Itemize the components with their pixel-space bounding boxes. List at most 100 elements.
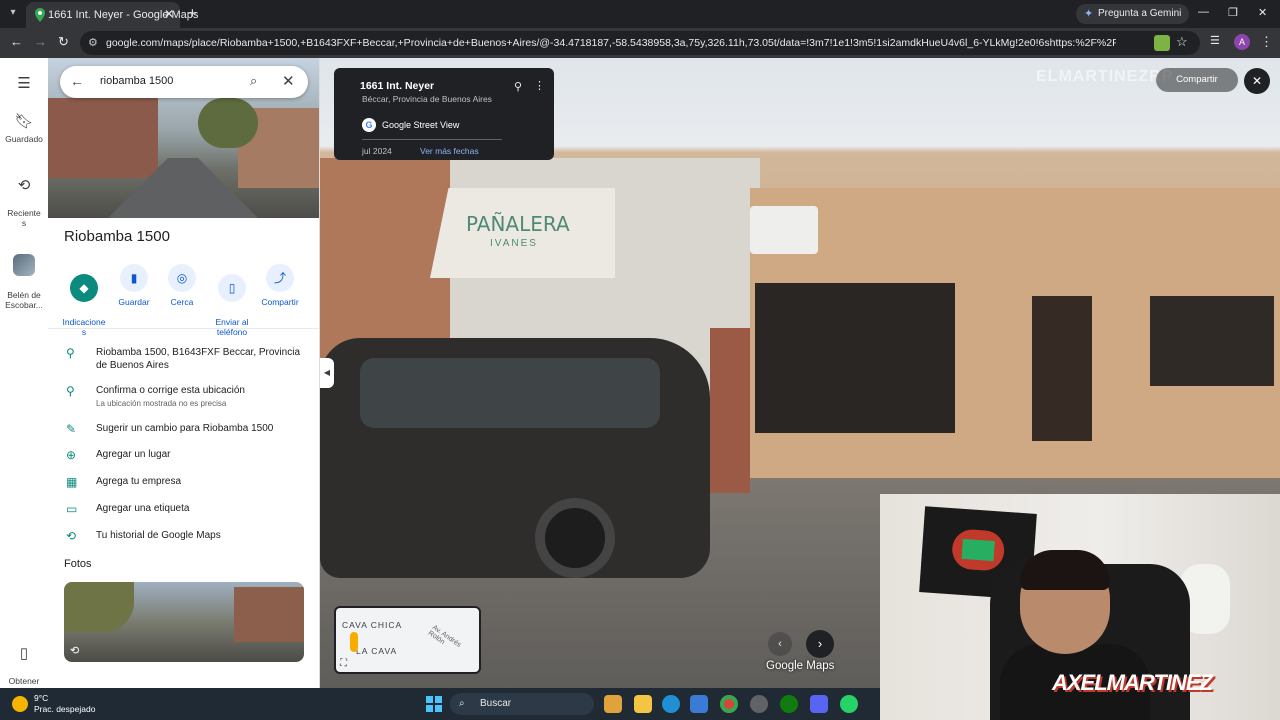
back-arrow-icon[interactable]: ←: [70, 73, 84, 89]
shop-awning: PAÑALERA IVANES: [430, 188, 615, 278]
maps-history-text: Tu historial de Google Maps: [96, 530, 221, 541]
google-maps-logo: Google Maps: [766, 660, 835, 672]
location-pin-icon[interactable]: ⚲: [514, 80, 522, 93]
taskbar-search[interactable]: ⌕ Buscar: [450, 693, 594, 715]
search-icon[interactable]: ⌕: [250, 73, 257, 89]
reading-list-icon[interactable]: ☰: [1210, 34, 1220, 47]
stream-watermark: ELMARTINEZRP: [1036, 68, 1174, 85]
search-box[interactable]: ← riobamba 1500 ⌕ ✕: [60, 66, 308, 98]
sv-place-title: 1661 Int. Neyer: [360, 80, 435, 92]
expand-map-icon[interactable]: ⛶: [340, 658, 347, 669]
back-icon[interactable]: ←: [10, 34, 23, 49]
source-label: Google Street View: [382, 120, 460, 130]
share-label: Compartir: [261, 297, 299, 307]
search-input[interactable]: riobamba 1500: [100, 75, 173, 87]
site-info-icon[interactable]: ⚙: [88, 36, 98, 49]
more-options-icon[interactable]: ⋮: [534, 79, 545, 92]
minimap-road-label: Av. Andrés Rolón: [426, 624, 463, 649]
street-view-source: G Google Street View: [362, 112, 502, 140]
windows-start-icon[interactable]: [426, 696, 442, 712]
shop-sign-sub: IVANES: [490, 238, 538, 249]
store-icon: ▦: [66, 475, 78, 489]
rail-item-saved[interactable]: 🔖︎ Guardado: [0, 112, 48, 144]
collapse-panel-button[interactable]: ◀: [320, 358, 334, 388]
share-button[interactable]: ⤴ Compartir: [254, 264, 306, 307]
browser-tab-active[interactable]: 1661 Int. Neyer - Google Maps ✕: [26, 2, 198, 28]
minimize-icon[interactable]: —: [1198, 6, 1209, 18]
location-check-icon: ⚲: [66, 384, 75, 398]
location-pin-icon: ⚲: [66, 346, 75, 360]
rail-item-recent-place[interactable]: Belén de Escobar...: [0, 244, 48, 310]
pegman-icon[interactable]: [350, 632, 358, 652]
copilot-icon[interactable]: [604, 695, 622, 713]
street-view-360-icon: ⟲: [70, 645, 80, 657]
browser-tab-strip: ▾ 1661 Int. Neyer - Google Maps ✕ + ✦ Pr…: [0, 0, 1280, 28]
send-to-phone-button[interactable]: ▯ Enviar al teléfono: [206, 264, 258, 337]
add-place-icon: ⊕: [66, 448, 77, 462]
edge-icon[interactable]: [662, 695, 680, 713]
xbox-icon[interactable]: [780, 695, 798, 713]
tab-search-button[interactable]: ▾: [4, 4, 22, 22]
weather-icon[interactable]: [12, 696, 28, 712]
phone-icon: ▯: [19, 645, 29, 662]
hero-house-left: [48, 98, 158, 178]
bookmark-star-icon[interactable]: ☆: [1176, 34, 1188, 50]
pencil-icon: ✎: [66, 422, 77, 436]
person-hair: [1020, 550, 1110, 590]
barred-window: [1150, 296, 1274, 386]
sv-place-subtitle: Béccar, Provincia de Buenos Aires: [362, 94, 492, 104]
rail-item-recent[interactable]: ⟲ Reciente s: [0, 166, 48, 228]
nearby-button[interactable]: ◎ Cerca: [156, 264, 208, 307]
suggest-text: Sugerir un cambio para Riobamba 1500: [96, 423, 274, 434]
clear-search-icon[interactable]: ✕: [282, 72, 295, 90]
nearby-icon: ◎: [168, 264, 196, 292]
add-business-text: Agrega tu empresa: [96, 476, 182, 487]
maps-side-rail: ☰ 🔖︎ Guardado ⟲ Reciente s Belén de Esco…: [0, 58, 48, 696]
save-button[interactable]: ▮ Guardar: [108, 264, 160, 307]
search-icon: ⌕: [459, 698, 465, 709]
rail-label-saved: Guardado: [5, 134, 43, 144]
menu-button[interactable]: ☰: [0, 74, 48, 96]
send-phone-label: Enviar al teléfono: [215, 317, 249, 337]
url-text[interactable]: google.com/maps/place/Riobamba+1500,+B16…: [106, 37, 1116, 49]
close-window-icon[interactable]: ✕: [1258, 6, 1267, 19]
chrome-icon[interactable]: [720, 695, 738, 713]
file-explorer-icon[interactable]: [634, 695, 652, 713]
reload-icon[interactable]: ↻: [58, 34, 69, 50]
previous-image-button[interactable]: ‹: [768, 632, 792, 656]
bookmark-icon: 🔖︎: [14, 113, 34, 130]
share-button[interactable]: Compartir: [1156, 68, 1238, 92]
close-tab-icon[interactable]: ✕: [164, 7, 174, 21]
whatsapp-icon[interactable]: [840, 695, 858, 713]
maximize-icon[interactable]: ❐: [1228, 6, 1238, 19]
forward-icon[interactable]: →: [34, 34, 47, 49]
discord-icon[interactable]: [810, 695, 828, 713]
streamer-logo: AXELMARTINEZ: [1052, 670, 1213, 695]
directions-button[interactable]: ◆ Indicacione s: [58, 264, 110, 337]
more-dates-link[interactable]: Ver más fechas: [420, 146, 479, 156]
menu-icon[interactable]: ⋮: [1260, 34, 1273, 50]
close-street-view-icon[interactable]: ✕: [1244, 68, 1270, 94]
gemini-icon: ✦: [1084, 8, 1094, 20]
store-icon[interactable]: [690, 695, 708, 713]
address-bar[interactable]: ⚙ google.com/maps/place/Riobamba+1500,+B…: [80, 31, 1200, 55]
confirm-text: Confirma o corrige esta ubicación: [96, 385, 245, 396]
obs-icon[interactable]: [750, 695, 768, 713]
browser-toolbar: ← → ↻ ⚙ google.com/maps/place/Riobamba+1…: [0, 28, 1280, 58]
street-view-photo[interactable]: ⟲: [64, 582, 304, 662]
gemini-button[interactable]: ✦ Pregunta a Gemini: [1076, 4, 1190, 24]
air-conditioner: [750, 206, 818, 254]
new-tab-button[interactable]: +: [188, 5, 197, 22]
rail-item-get-app[interactable]: ▯ Obtener app: [0, 634, 48, 696]
shop-sign: PAÑALERA: [466, 212, 570, 236]
mini-map[interactable]: CAVA CHICA LA CAVA Av. Andrés Rolón ⛶: [334, 606, 481, 674]
photo-tree: [64, 582, 134, 632]
next-image-button[interactable]: ›: [806, 630, 834, 658]
action-buttons: ◆ Indicacione s ▮ Guardar ◎ Cerca ▯ Envi…: [58, 264, 310, 337]
history-icon: ⟲: [17, 177, 31, 194]
extension-icon[interactable]: [1154, 35, 1170, 51]
history-icon: ⟲: [66, 529, 77, 543]
profile-avatar[interactable]: A: [1234, 34, 1250, 50]
maps-pin-icon: [35, 8, 45, 22]
weather-widget[interactable]: 9°C Prac. despejado: [34, 693, 95, 715]
